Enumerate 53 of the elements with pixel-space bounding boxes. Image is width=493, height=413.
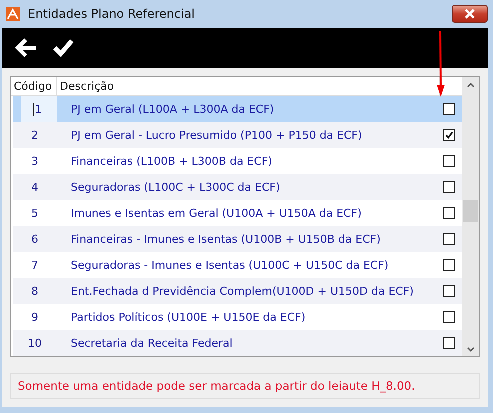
table-row[interactable]: 8 Ent.Fechada d Previdência Complem(U100D + U150D da ECF) — [13, 278, 462, 304]
back-arrow-icon[interactable] — [14, 37, 38, 59]
app-icon — [6, 7, 20, 21]
code-cell: 6 — [32, 232, 38, 246]
checkbox[interactable] — [443, 311, 455, 323]
column-header: Código — [11, 77, 57, 95]
checkbox[interactable] — [443, 181, 455, 193]
checkbox[interactable] — [443, 285, 455, 297]
table-row[interactable]: 4 Seguradoras (L100C + L300C da ECF) — [13, 174, 462, 200]
code-cell: 10 — [28, 336, 42, 350]
code-cell: 7 — [32, 258, 38, 272]
table-row[interactable]: 1 PJ em Geral (L100A + L300A da ECF) — [13, 96, 462, 122]
code-cell: 2 — [32, 128, 38, 142]
checkbox[interactable] — [443, 337, 455, 349]
checkbox[interactable] — [443, 233, 455, 245]
scroll-down-icon[interactable] — [466, 347, 474, 352]
table-row[interactable]: 9 Partidos Políticos (U100E + U150E da ECF) — [13, 304, 462, 330]
scroll-up-icon[interactable] — [466, 83, 474, 88]
description-cell: Partidos Políticos (U100E + U150E da ECF) — [71, 310, 306, 324]
table-row[interactable]: 10 Secretaria da Receita Federal — [13, 330, 462, 356]
description-cell: Imunes e Isentas em Geral (U100A + U150A da ECF) — [71, 206, 362, 220]
scrollbar[interactable] — [462, 77, 479, 356]
table-row[interactable]: 3 Financeiras (L100B + L300B da ECF) — [13, 148, 462, 174]
description-cell: PJ em Geral (L100A + L300A da ECF) — [71, 102, 274, 116]
description-cell: PJ em Geral - Lucro Presumido (P100 + P150 da ECF) — [71, 128, 362, 142]
description-cell: Financeiras (L100B + L300B da ECF) — [71, 154, 272, 168]
table-row[interactable]: 5 Imunes e Isentas em Geral (U100A + U150A da ECF) — [13, 200, 462, 226]
description-cell: Financeiras - Imunes e Isentas (U100B + U150B da ECF) — [71, 232, 381, 246]
checkbox[interactable] — [443, 103, 455, 115]
description-cell: Seguradoras (L100C + L300C da ECF) — [71, 180, 280, 194]
scrollbar-thumb[interactable] — [463, 200, 478, 222]
description-cell: Ent.Fechada d Previdência Complem(U100D + U150D da ECF) — [71, 284, 414, 298]
checkbox[interactable] — [443, 155, 455, 167]
annotation-arrow — [436, 31, 446, 97]
code-cell: 1 — [33, 102, 42, 116]
code-cell: 4 — [32, 180, 38, 194]
table-row[interactable]: 7 Seguradoras - Imunes e Isentas (U100C + U150C da ECF) — [13, 252, 462, 278]
warning-message: Somente uma entidade pode ser marcada a partir do leiaute H_8.00. — [18, 379, 416, 393]
window-title: Entidades Plano Referencial — [28, 7, 196, 21]
code-cell: 3 — [32, 154, 38, 168]
checkbox[interactable] — [443, 207, 455, 219]
close-button[interactable] — [452, 5, 488, 23]
description-cell: Secretaria da Receita Federal — [71, 336, 233, 350]
close-icon — [464, 9, 476, 19]
code-cell: 9 — [32, 310, 38, 324]
checkmark-icon[interactable] — [52, 37, 76, 59]
table-row[interactable]: 6 Financeiras - Imunes e Isentas (U100B + U150B da ECF) — [13, 226, 462, 252]
code-cell: 8 — [32, 284, 38, 298]
code-cell: 5 — [32, 206, 38, 220]
table-row[interactable]: 2 PJ em Geral - Lucro Presumido (P100 + P150 da ECF) — [13, 122, 462, 148]
checkbox[interactable] — [443, 259, 455, 271]
checkbox[interactable] — [443, 129, 455, 141]
description-cell: Seguradoras - Imunes e Isentas (U100C + U150C da ECF) — [71, 258, 389, 272]
